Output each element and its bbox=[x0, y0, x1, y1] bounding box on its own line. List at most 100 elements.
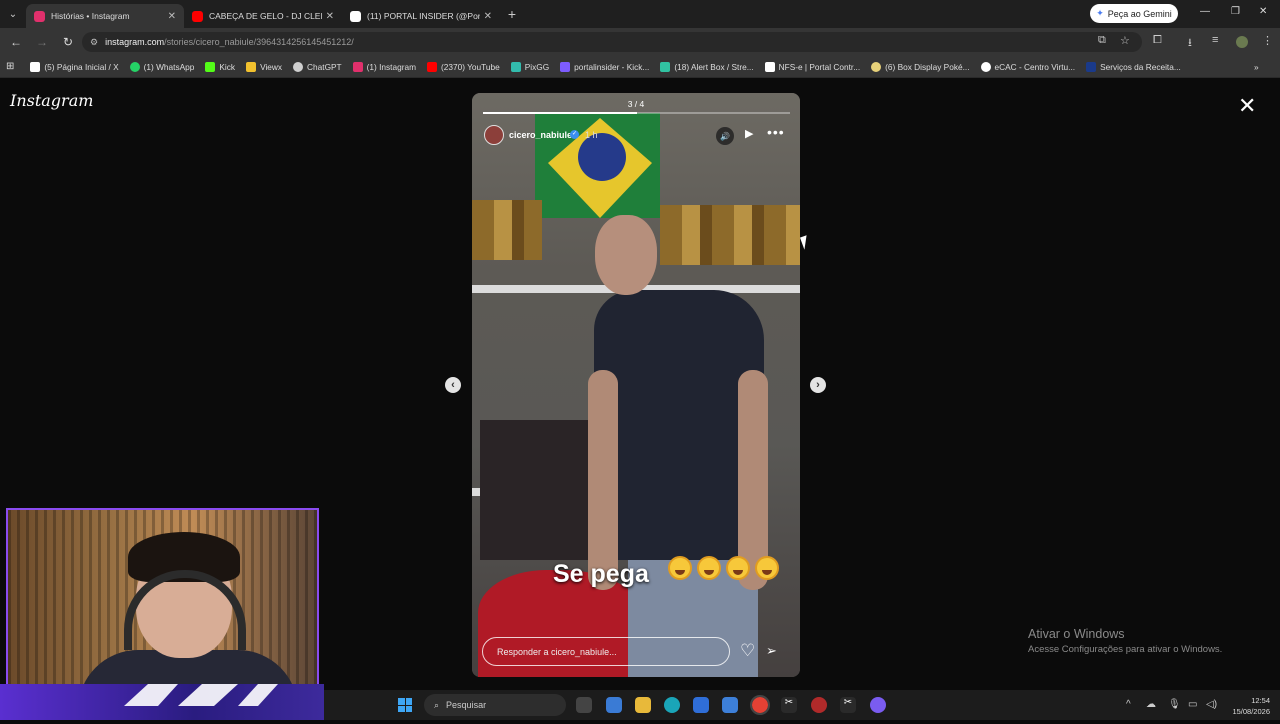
install-app-icon[interactable]: ⧉ bbox=[1098, 34, 1106, 47]
outlook-icon[interactable] bbox=[722, 697, 738, 713]
tab-title: CABEÇA DE GELO - DJ CLEITON bbox=[209, 11, 322, 21]
gemini-button[interactable]: ✦ Peça ao Gemini bbox=[1090, 4, 1178, 23]
file-explorer-icon[interactable] bbox=[635, 697, 651, 713]
story-caption: Se pega bbox=[553, 560, 649, 588]
volume-icon[interactable]: 🔊 bbox=[716, 127, 734, 145]
person-arm bbox=[588, 370, 618, 590]
volume-tray-icon[interactable]: ◁) bbox=[1206, 699, 1217, 710]
bookmark-item[interactable]: (1) Instagram bbox=[352, 61, 416, 72]
copilot-icon[interactable] bbox=[606, 697, 622, 713]
bookmark-item[interactable]: (2370) YouTube bbox=[426, 61, 500, 72]
windows-activation-watermark: Ativar o Windows Acesse Configurações pa… bbox=[1028, 627, 1222, 655]
x-icon bbox=[30, 61, 41, 72]
task-view-icon[interactable] bbox=[576, 697, 592, 713]
send-icon[interactable]: ➢ bbox=[766, 643, 777, 659]
story-progress-fill bbox=[483, 112, 637, 114]
new-tab-button[interactable]: + bbox=[500, 2, 524, 26]
more-bookmarks-icon[interactable]: » bbox=[1254, 62, 1259, 72]
activation-subtitle: Acesse Configurações para ativar o Windo… bbox=[1028, 644, 1223, 655]
tab-title: (11) PORTAL INSIDER (@Portal bbox=[367, 11, 480, 21]
site-info-icon[interactable]: ⚙ bbox=[90, 37, 98, 48]
tab-close-icon[interactable]: ✕ bbox=[168, 11, 176, 22]
profile-avatar[interactable] bbox=[1236, 36, 1248, 48]
verified-badge-icon: ✓ bbox=[570, 130, 579, 139]
capcut-icon[interactable]: ✂ bbox=[781, 697, 797, 713]
window-close-icon[interactable]: ✕ bbox=[1259, 6, 1267, 17]
bookmark-item[interactable]: Viewx bbox=[246, 61, 282, 72]
laughing-emoji-icon bbox=[726, 556, 750, 580]
tab-search-icon[interactable]: ⌄ bbox=[0, 0, 26, 28]
bookmarks-bar: ⊞ (5) Página Inicial / X (1) WhatsApp Ki… bbox=[0, 56, 1280, 78]
edge-icon[interactable] bbox=[664, 697, 680, 713]
chrome-icon[interactable] bbox=[750, 695, 770, 715]
close-icon[interactable]: ✕ bbox=[1238, 93, 1256, 119]
bookmark-item[interactable]: NFS-e | Portal Contr... bbox=[764, 61, 861, 72]
bookmark-item[interactable]: (1) WhatsApp bbox=[129, 61, 194, 72]
bookmark-item[interactable]: (6) Box Display Poké... bbox=[871, 61, 970, 72]
obs-icon[interactable] bbox=[811, 697, 827, 713]
bookmark-item[interactable]: Serviços da Receita... bbox=[1086, 61, 1181, 72]
editor-icon[interactable]: ✂ bbox=[840, 697, 856, 713]
bookmark-item[interactable]: (5) Página Inicial / X bbox=[30, 61, 119, 72]
avatar[interactable] bbox=[484, 125, 504, 145]
x-favicon-icon bbox=[350, 10, 361, 22]
youtube-favicon-icon bbox=[192, 10, 203, 22]
tab-x[interactable]: (11) PORTAL INSIDER (@Portal ✕ bbox=[342, 4, 500, 28]
webcam-overlay bbox=[6, 508, 319, 688]
story-username[interactable]: cicero_nabiule bbox=[509, 130, 572, 140]
media-controls-icon[interactable]: ≡ bbox=[1212, 34, 1218, 46]
tab-youtube[interactable]: CABEÇA DE GELO - DJ CLEITON ✕ bbox=[184, 4, 342, 28]
heart-icon[interactable]: ♡ bbox=[740, 641, 755, 661]
extensions-icon[interactable]: ⧠ bbox=[1153, 34, 1162, 47]
taskbar-clock[interactable]: 12:54 15/08/2026 bbox=[1222, 695, 1270, 717]
tray-overflow-icon[interactable]: ^ bbox=[1126, 699, 1131, 710]
instagram-logo[interactable]: Instagram bbox=[10, 91, 93, 110]
bookmark-label: eCAC - Centro Virtu... bbox=[994, 61, 1076, 72]
mouse-cursor-icon bbox=[799, 235, 812, 250]
chatgpt-icon bbox=[293, 61, 304, 72]
apps-grid-icon[interactable]: ⊞ bbox=[6, 61, 14, 72]
chevron-right-icon[interactable]: › bbox=[810, 377, 826, 393]
downloads-icon[interactable]: ⭳ bbox=[1188, 34, 1192, 53]
bookmark-item[interactable]: Kick bbox=[205, 61, 235, 72]
bookmark-item[interactable]: PixGG bbox=[510, 61, 549, 72]
bookmark-item[interactable]: eCAC - Centro Virtu... bbox=[980, 61, 1076, 72]
laughing-emoji-icon bbox=[668, 556, 692, 580]
bookmark-label: (5) Página Inicial / X bbox=[44, 61, 119, 72]
instagram-icon bbox=[352, 61, 363, 72]
taskbar-search[interactable]: ⌕ Pesquisar bbox=[424, 694, 566, 716]
bookmark-label: (18) Alert Box / Stre... bbox=[674, 61, 754, 72]
bookmark-label: ChatGPT bbox=[307, 61, 342, 72]
reload-icon[interactable]: ↻ bbox=[56, 30, 80, 54]
bookmark-label: NFS-e | Portal Contr... bbox=[778, 61, 861, 72]
bookmark-label: portalinsider - Kick... bbox=[574, 61, 650, 72]
more-options-icon[interactable]: ••• bbox=[767, 124, 785, 140]
bookmark-item[interactable]: portalinsider - Kick... bbox=[560, 61, 650, 72]
windows-start-icon[interactable] bbox=[398, 698, 412, 712]
bookmark-item[interactable]: ChatGPT bbox=[293, 61, 342, 72]
bookmark-item[interactable]: (18) Alert Box / Stre... bbox=[660, 61, 754, 72]
tab-close-icon[interactable]: ✕ bbox=[326, 11, 334, 22]
search-placeholder: Pesquisar bbox=[446, 700, 487, 710]
address-bar[interactable]: ⚙ instagram.com /stories/cicero_nabiule/… bbox=[82, 32, 1142, 52]
pixgg-icon bbox=[510, 61, 521, 72]
minimize-icon[interactable]: — bbox=[1200, 6, 1210, 17]
shelf-products bbox=[660, 205, 800, 265]
reply-input[interactable]: Responder a cicero_nabiule... bbox=[482, 637, 730, 666]
store-icon[interactable] bbox=[693, 697, 709, 713]
laughing-emoji-icon bbox=[755, 556, 779, 580]
forward-icon[interactable]: → bbox=[30, 30, 54, 54]
play-icon[interactable]: ▶ bbox=[745, 127, 753, 140]
restore-icon[interactable]: ❐ bbox=[1231, 6, 1240, 17]
back-icon[interactable]: ← bbox=[4, 30, 28, 54]
bookmark-star-icon[interactable]: ☆ bbox=[1120, 34, 1130, 47]
microphone-icon[interactable]: 🎙 bbox=[1168, 699, 1181, 710]
story-counter: 3 / 4 bbox=[627, 99, 645, 109]
chevron-left-icon[interactable]: ‹ bbox=[445, 377, 461, 393]
browser-menu-icon[interactable]: ⋮ bbox=[1262, 34, 1273, 47]
tab-instagram[interactable]: Histórias • Instagram ✕ bbox=[26, 4, 184, 28]
discord-icon[interactable] bbox=[870, 697, 886, 713]
tab-close-icon[interactable]: ✕ bbox=[484, 11, 492, 22]
network-icon[interactable]: ▭ bbox=[1188, 699, 1197, 710]
onedrive-icon[interactable]: ☁ bbox=[1146, 699, 1156, 710]
